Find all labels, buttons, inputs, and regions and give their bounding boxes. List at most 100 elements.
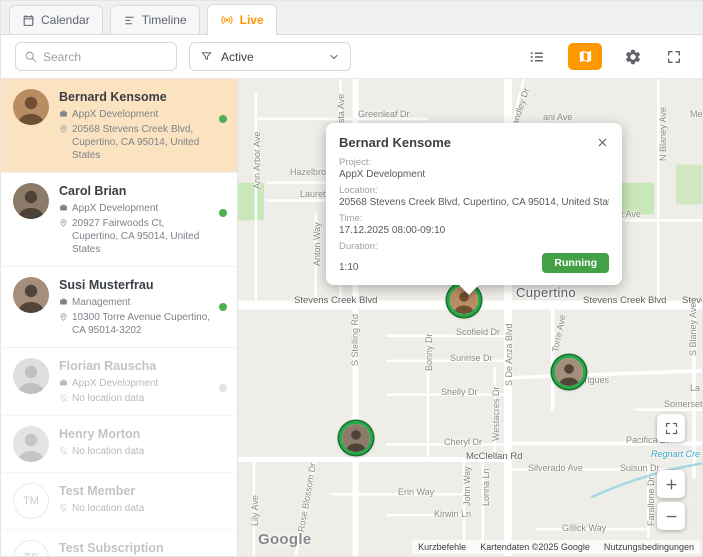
member-avatar [13,89,49,125]
search-box [15,42,177,71]
location-off-icon [59,503,68,513]
member-project: AppX Development [72,203,159,214]
popup-duration-value: 1:10 [339,262,359,273]
member-project: AppX Development [72,109,159,120]
location-pin-icon [59,124,68,134]
tab-calendar[interactable]: Calendar [9,5,103,34]
member-project-line: AppX Development [59,377,158,390]
google-logo[interactable]: Google [258,531,311,548]
member-row[interactable]: Susi Musterfrau Management 10300 Torre A… [1,267,237,348]
member-map-marker[interactable] [552,355,586,389]
status-dot [219,384,227,392]
member-location-line: No location data [59,392,158,405]
member-project: Management [72,297,131,308]
member-location: 20568 Stevens Creek Blvd, Cupertino, CA … [72,124,200,161]
running-status-badge: Running [542,253,609,273]
map-canvas[interactable]: Greenleaf DrFlora Vista AveAnn Arbor Ave… [238,79,702,556]
popup-location-value: 20568 Stevens Creek Blvd, Cupertino, CA … [339,197,609,208]
member-location-line: 20927 Fairwoods Ct, Cupertino, CA 95014,… [59,217,211,256]
popup-title: Bernard Kensome [339,135,451,150]
member-name: Test Member [59,484,136,498]
member-avatar [13,277,49,313]
filter-value: Active [221,49,254,64]
member-avatar [13,358,49,394]
member-project-line: Management [59,296,211,309]
search-icon [24,50,37,63]
location-off-icon [59,393,68,403]
project-icon [59,203,68,212]
member-location-line: No location data [59,445,144,458]
location-pin-icon [59,312,68,322]
keyboard-shortcuts-link[interactable]: Kurzbefehle [418,542,466,552]
chevron-down-icon [328,51,340,63]
map-data-text: Kartendaten ©2025 Google [480,542,590,552]
search-input[interactable] [43,49,168,64]
tab-label: Live [239,13,264,27]
member-avatar: TS [13,540,49,556]
settings-button[interactable] [622,46,644,68]
zoom-out-button[interactable] [657,502,685,530]
member-name: Carol Brian [59,184,127,198]
member-project: AppX Development [72,378,159,389]
status-dot [219,209,227,217]
tab-live[interactable]: Live [206,4,277,35]
member-name: Henry Morton [59,427,141,441]
tab-timeline[interactable]: Timeline [109,5,200,34]
live-icon [220,13,234,27]
member-location-line: 20568 Stevens Creek Blvd, Cupertino, CA … [59,123,211,162]
member-location: No location data [72,393,145,404]
popup-duration-label: Duration: [339,241,378,252]
tab-label: Calendar [41,13,90,27]
list-view-button[interactable] [526,46,548,68]
member-location-line: No location data [59,502,144,515]
popup-location-label: Location: [339,185,378,196]
member-avatar [13,183,49,219]
popup-close-button[interactable] [594,134,611,151]
project-icon [59,109,68,118]
member-location: 20927 Fairwoods Ct, Cupertino, CA 95014,… [72,218,200,255]
member-name: Florian Rauscha [59,359,157,373]
member-location: No location data [72,503,145,514]
member-list: Bernard Kensome AppX Development 20568 S… [1,79,238,556]
tab-bar: Calendar Timeline Live [1,1,702,35]
member-location: 10300 Torre Avenue Cupertino, CA 95014-3… [72,312,211,336]
map-attribution: Kurzbefehle Kartendaten ©2025 Google Nut… [412,540,700,554]
member-location-line: 10300 Torre Avenue Cupertino, CA 95014-3… [59,311,211,337]
member-avatar: TM [13,483,49,519]
member-row[interactable]: Bernard Kensome AppX Development 20568 S… [1,79,237,173]
popup-project-label: Project: [339,157,372,168]
toolbar: Active [1,35,702,79]
member-project-line: AppX Development [59,202,211,215]
member-map-marker[interactable] [339,421,373,455]
terms-of-use-link[interactable]: Nutzungsbedingungen [604,542,694,552]
member-row[interactable]: TS Test Subscription No location data [1,530,237,556]
filter-funnel-icon [200,50,213,63]
expand-map-button[interactable] [657,414,685,442]
member-name: Bernard Kensome [59,90,167,104]
member-name: Susi Musterfrau [59,278,154,292]
status-filter-select[interactable]: Active [189,42,351,71]
map-info-popup: Bernard Kensome Project: AppX Developmen… [326,123,622,295]
member-row[interactable]: Henry Morton No location data [1,416,237,473]
main-content: Bernard Kensome AppX Development 20568 S… [1,79,702,556]
member-name: Test Subscription [59,541,164,555]
member-row[interactable]: TM Test Member No location data [1,473,237,530]
location-off-icon [59,446,68,456]
tab-label: Timeline [141,13,187,27]
timeline-icon [123,14,136,27]
app-window: Calendar Timeline Live Active [0,0,703,557]
map-view-button[interactable] [568,43,602,70]
toolbar-right-actions [526,43,684,70]
project-icon [59,378,68,387]
popup-time-value: 17.12.2025 08:00-09:10 [339,225,446,236]
member-project-line: AppX Development [59,108,211,121]
calendar-icon [22,14,35,27]
zoom-in-button[interactable] [657,470,685,498]
status-dot [219,303,227,311]
location-pin-icon [59,218,68,228]
member-row[interactable]: Carol Brian AppX Development 20927 Fairw… [1,173,237,267]
popup-project-value: AppX Development [339,169,426,180]
popup-time-label: Time: [339,213,363,224]
fullscreen-button[interactable] [664,47,684,67]
member-row[interactable]: Florian Rauscha AppX Development No loca… [1,348,237,416]
